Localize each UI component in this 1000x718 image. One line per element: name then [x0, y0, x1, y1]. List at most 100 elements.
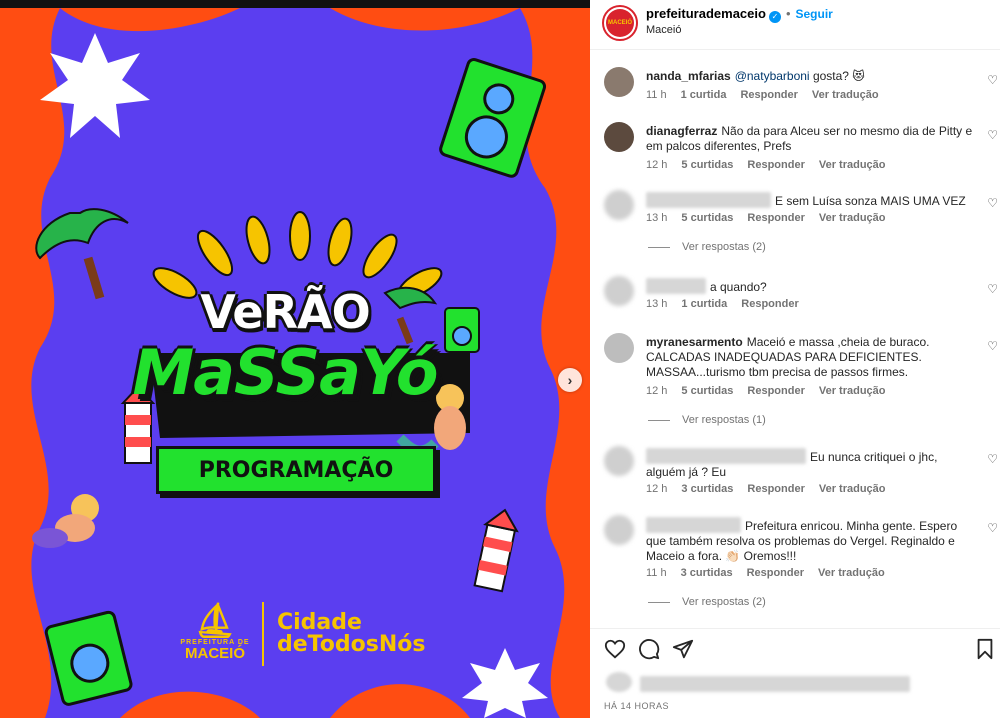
comment-likes[interactable]: 3 curtidas: [681, 483, 733, 495]
comment-like-heart-icon[interactable]: ♡: [987, 73, 998, 87]
likes-summary: [606, 672, 911, 694]
comment-text: dianagferraz Não da para Alceu ser no mes…: [646, 124, 976, 154]
comment-meta: 12 h 5 curtidas Responder Ver tradução: [646, 385, 900, 397]
reply-button[interactable]: Responder: [747, 567, 804, 579]
commenter-avatar[interactable]: [604, 276, 634, 306]
comment-time: 11 h: [646, 89, 667, 101]
view-replies-label: Ver respostas (2): [682, 596, 766, 608]
prefeitura-logo: ⛵︎ PREFEITURA DE MACEIÓ: [175, 602, 255, 662]
logo-mark-icon: ⛵︎: [193, 602, 237, 640]
post-header: MACEIÓ prefeiturademaceio ✓ • Seguir Maceió: [590, 0, 1000, 50]
comment-likes[interactable]: 5 curtidas: [681, 212, 733, 224]
reply-button[interactable]: Responder: [747, 159, 804, 171]
comment-likes[interactable]: 1 curtida: [681, 298, 727, 310]
comment-icon[interactable]: [638, 638, 660, 660]
reply-button[interactable]: Responder: [747, 385, 804, 397]
poster-title-line1: VeRÃO: [200, 285, 370, 339]
post-actions: [602, 638, 998, 662]
see-translation-link[interactable]: Ver tradução: [819, 385, 886, 397]
comment-likes[interactable]: 3 curtidas: [681, 567, 733, 579]
commenter-avatar[interactable]: [604, 67, 634, 97]
comment-mention[interactable]: @natybarboni: [735, 69, 810, 83]
poster-title-line2: MaSSaYó: [132, 336, 439, 409]
reply-button[interactable]: Responder: [747, 483, 804, 495]
comment-time: 12 h: [646, 385, 668, 397]
comment-body: a quando?: [710, 280, 767, 294]
see-translation-link[interactable]: Ver tradução: [818, 567, 885, 579]
commenter-avatar[interactable]: [604, 333, 634, 363]
see-translation-link[interactable]: Ver tradução: [819, 483, 886, 495]
comment-text: a quando?: [646, 278, 976, 295]
poster-programacao-label: PROGRAMAÇÃO: [156, 446, 436, 494]
view-replies-button[interactable]: Ver respostas (2): [648, 241, 766, 253]
comment-text: nanda_mfarias @natybarboni gosta? 😻: [646, 69, 976, 84]
comment-like-heart-icon[interactable]: ♡: [987, 282, 998, 296]
comment-likes[interactable]: 5 curtidas: [681, 159, 733, 171]
reply-button[interactable]: Responder: [747, 212, 804, 224]
post-timestamp: HÁ 14 HORAS: [604, 701, 670, 711]
chevron-right-icon: ›: [567, 372, 573, 388]
header-user-line: prefeiturademaceio ✓ • Seguir: [646, 6, 833, 23]
reply-button[interactable]: Responder: [741, 298, 798, 310]
see-translation-link[interactable]: Ver tradução: [819, 159, 886, 171]
comment-meta: 13 h 5 curtidas Responder Ver tradução: [646, 212, 900, 224]
logo-divider: [262, 602, 264, 666]
blurred-likes-text: [640, 676, 911, 692]
comment-text: myranesarmento Maceió e massa ,cheia de b…: [646, 335, 976, 380]
account-username[interactable]: prefeiturademaceio: [646, 6, 766, 21]
view-replies-label: Ver respostas (1): [682, 414, 766, 426]
comment-meta: 11 h 1 curtida Responder Ver tradução: [646, 89, 893, 101]
view-replies-button[interactable]: Ver respostas (1): [648, 414, 766, 426]
replies-line: [648, 419, 670, 421]
comment-time: 11 h: [646, 567, 667, 579]
blurred-username: [646, 278, 706, 294]
post-media[interactable]: VeRÃO MaSSaYó PROGRAMAÇÃO ⛵︎ PREFEITURA …: [0, 0, 590, 718]
comment-body: gosta? 😻: [809, 69, 865, 83]
commenter-avatar[interactable]: [604, 122, 634, 152]
comment-likes[interactable]: 5 curtidas: [681, 385, 733, 397]
blurred-liker-avatar: [606, 672, 632, 692]
comment-username[interactable]: nanda_mfarias: [646, 69, 731, 83]
bookmark-icon[interactable]: [974, 638, 996, 660]
next-slide-button[interactable]: ›: [558, 368, 582, 392]
reply-button[interactable]: Responder: [740, 89, 797, 101]
comment-like-heart-icon[interactable]: ♡: [987, 452, 998, 466]
comment-time: 12 h: [646, 483, 668, 495]
see-translation-link[interactable]: Ver tradução: [812, 89, 879, 101]
comment-body: E sem Luísa sonza MAIS UMA VEZ: [775, 194, 966, 208]
comment-like-heart-icon[interactable]: ♡: [987, 128, 998, 142]
commenter-avatar[interactable]: [604, 446, 634, 476]
comment-text: Eu nunca critiquei o jhc, alguém já ? Eu: [646, 448, 976, 480]
view-replies-button[interactable]: Ver respostas (2): [648, 596, 766, 608]
slogan-line2: deTodosNós: [277, 632, 426, 657]
comment-like-heart-icon[interactable]: ♡: [987, 196, 998, 210]
logo-big-text: MACEIÓ: [185, 645, 245, 662]
replies-line: [648, 246, 670, 248]
follow-button[interactable]: Seguir: [796, 7, 833, 21]
blurred-username: [646, 517, 741, 533]
commenter-avatar[interactable]: [604, 515, 634, 545]
view-replies-label: Ver respostas (2): [682, 241, 766, 253]
post-location[interactable]: Maceió: [646, 24, 681, 36]
comment-meta: 12 h 5 curtidas Responder Ver tradução: [646, 159, 900, 171]
blurred-username: [646, 192, 771, 208]
verified-badge-icon: ✓: [768, 11, 781, 23]
heart-icon[interactable]: [604, 638, 626, 660]
comment-username[interactable]: myranesarmento: [646, 335, 743, 349]
comment-likes[interactable]: 1 curtida: [681, 89, 727, 101]
comment-username[interactable]: dianagferraz: [646, 124, 717, 138]
comment-meta: 11 h 3 curtidas Responder Ver tradução: [646, 567, 899, 579]
instagram-post-view: VeRÃO MaSSaYó PROGRAMAÇÃO ⛵︎ PREFEITURA …: [0, 0, 1000, 718]
poster-slogan: Cidade deTodosNós: [277, 612, 425, 656]
comment-text: Prefeitura enricou. Minha gente. Espero …: [646, 517, 976, 564]
comment-like-heart-icon[interactable]: ♡: [987, 521, 998, 535]
comment-like-heart-icon[interactable]: ♡: [987, 339, 998, 353]
avatar-logo: MACEIÓ: [606, 9, 634, 37]
blurred-username: [646, 448, 806, 464]
share-icon[interactable]: [672, 638, 694, 660]
footer-divider: [590, 628, 1000, 629]
comment-time: 13 h: [646, 212, 668, 224]
account-avatar[interactable]: MACEIÓ: [602, 5, 638, 41]
see-translation-link[interactable]: Ver tradução: [819, 212, 886, 224]
commenter-avatar[interactable]: [604, 190, 634, 220]
